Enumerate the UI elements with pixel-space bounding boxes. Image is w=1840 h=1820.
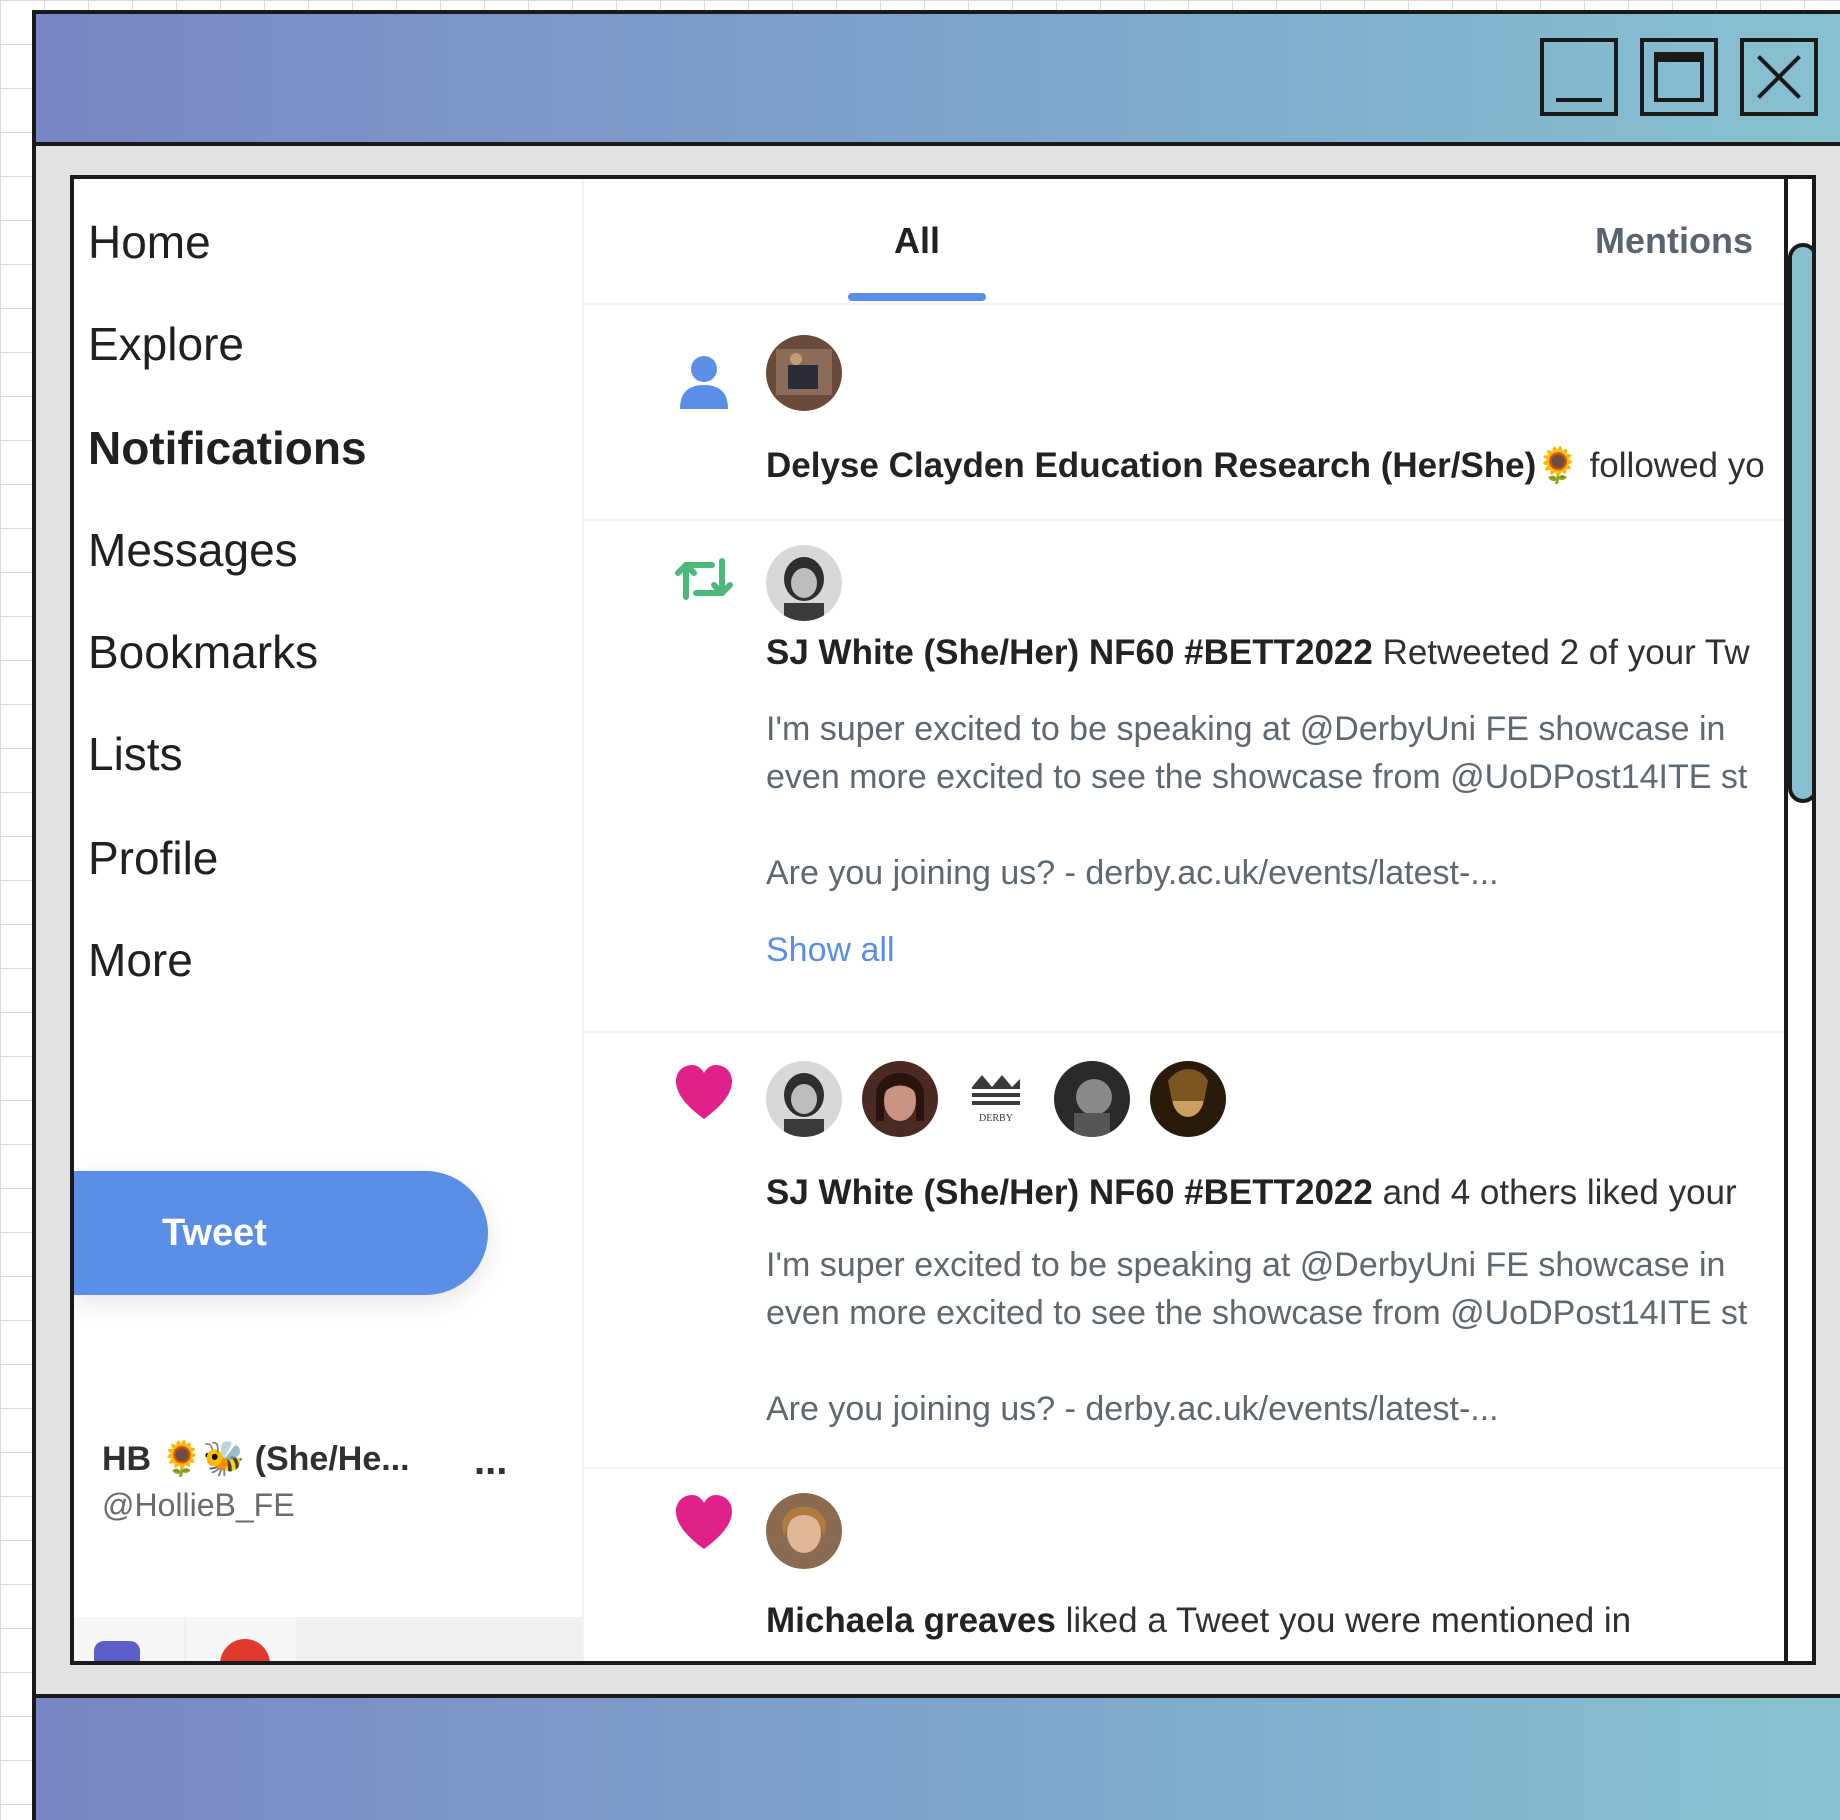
account-more-icon[interactable]: ... [474,1439,507,1484]
notifications-feed: All Mentions Delyse Clayden Education Re… [584,179,1784,1661]
notification-action: Retweeted 2 of your Tw [1372,633,1750,672]
sidebar: Home Explore Notifications Messages Book… [74,179,582,1661]
avatar[interactable] [766,335,842,411]
avatar[interactable] [766,1493,842,1569]
window-footer-bar [32,1694,1840,1820]
notification-action: liked a Tweet you were mentioned in [1055,1601,1632,1640]
notification-author[interactable]: Michaela greaves [766,1601,1056,1640]
scrollbar-thumb[interactable] [1788,243,1812,803]
notification-text: Michaela greaves liked a Tweet you were … [766,1601,1631,1641]
minimize-button[interactable] [1540,38,1618,116]
tweet-line: even more excited to see the showcase fr… [766,758,1748,796]
taskbar [74,1617,582,1661]
tab-mentions[interactable]: Mentions [1524,179,1784,303]
avatar[interactable] [1150,1061,1226,1137]
account-switcher[interactable]: HB 🌻🐝 (She/He... @HollieB_FE ... [74,1429,582,1539]
maximize-button[interactable] [1640,38,1718,116]
nav-home[interactable]: Home [88,219,211,265]
window-titlebar[interactable] [36,14,1840,146]
nav-notifications[interactable]: Notifications [88,425,367,471]
notification-author[interactable]: Delyse Clayden Education Research (Her/S… [766,446,1580,485]
teams-taskbar-icon[interactable] [74,1617,184,1661]
tweet-line: I'm super excited to be speaking at @Der… [766,1246,1726,1284]
derby-logo-avatar[interactable]: DERBY [958,1061,1034,1137]
nav-messages[interactable]: Messages [88,527,298,573]
nav-lists[interactable]: Lists [88,731,183,777]
svg-text:DERBY: DERBY [979,1113,1013,1124]
heart-icon [676,1495,732,1549]
tweet-line: even more excited to see the showcase fr… [766,1294,1748,1332]
notification-retweet[interactable]: SJ White (She/Her) NF60 #BETT2022 Retwee… [584,521,1784,1029]
close-button[interactable] [1740,38,1818,116]
notification-like[interactable]: Michaela greaves liked a Tweet you were … [584,1469,1784,1661]
avatar[interactable] [766,545,842,621]
active-tab-indicator [848,293,986,301]
nav-profile[interactable]: Profile [88,835,218,881]
account-handle: @HollieB_FE [102,1487,295,1523]
tweet-line: I'm super excited to be speaking at @Der… [766,710,1726,748]
notification-text: Delyse Clayden Education Research (Her/S… [766,445,1765,486]
notification-like[interactable]: DERBY SJ White (She/Her) NF60 #BETT2022 … [584,1033,1784,1428]
nav-more[interactable]: More [88,937,193,983]
nav-bookmarks[interactable]: Bookmarks [88,629,318,675]
app-taskbar-icon[interactable] [186,1617,296,1661]
notification-author[interactable]: SJ White (She/Her) NF60 #BETT2022 [766,1173,1373,1212]
heart-icon [676,1065,732,1119]
notification-follow[interactable]: Delyse Clayden Education Research (Her/S… [584,305,1784,519]
account-name: HB 🌻🐝 (She/He... [102,1440,410,1478]
twitter-screen: Home Explore Notifications Messages Book… [70,175,1816,1665]
notification-action: and 4 others liked your [1372,1173,1737,1212]
person-icon [680,356,728,409]
avatar[interactable] [862,1061,938,1137]
retweet-icon [675,558,733,600]
notification-text: SJ White (She/Her) NF60 #BETT2022 and 4 … [766,1173,1737,1213]
tweet-line: Are you joining us? - derby.ac.uk/events… [766,854,1499,892]
nav-explore[interactable]: Explore [88,321,244,367]
avatar[interactable] [1054,1061,1130,1137]
show-all-link[interactable]: Show all [766,931,895,970]
notification-text: SJ White (She/Her) NF60 #BETT2022 Retwee… [766,633,1750,673]
tab-all[interactable]: All [848,179,986,303]
notification-action: followed yo [1579,446,1765,485]
notification-author[interactable]: SJ White (She/Her) NF60 #BETT2022 [766,633,1373,672]
avatar[interactable] [766,1061,842,1137]
tweet-button[interactable]: Tweet [74,1171,488,1295]
tweet-line: Are you joining us? - derby.ac.uk/events… [766,1390,1499,1428]
